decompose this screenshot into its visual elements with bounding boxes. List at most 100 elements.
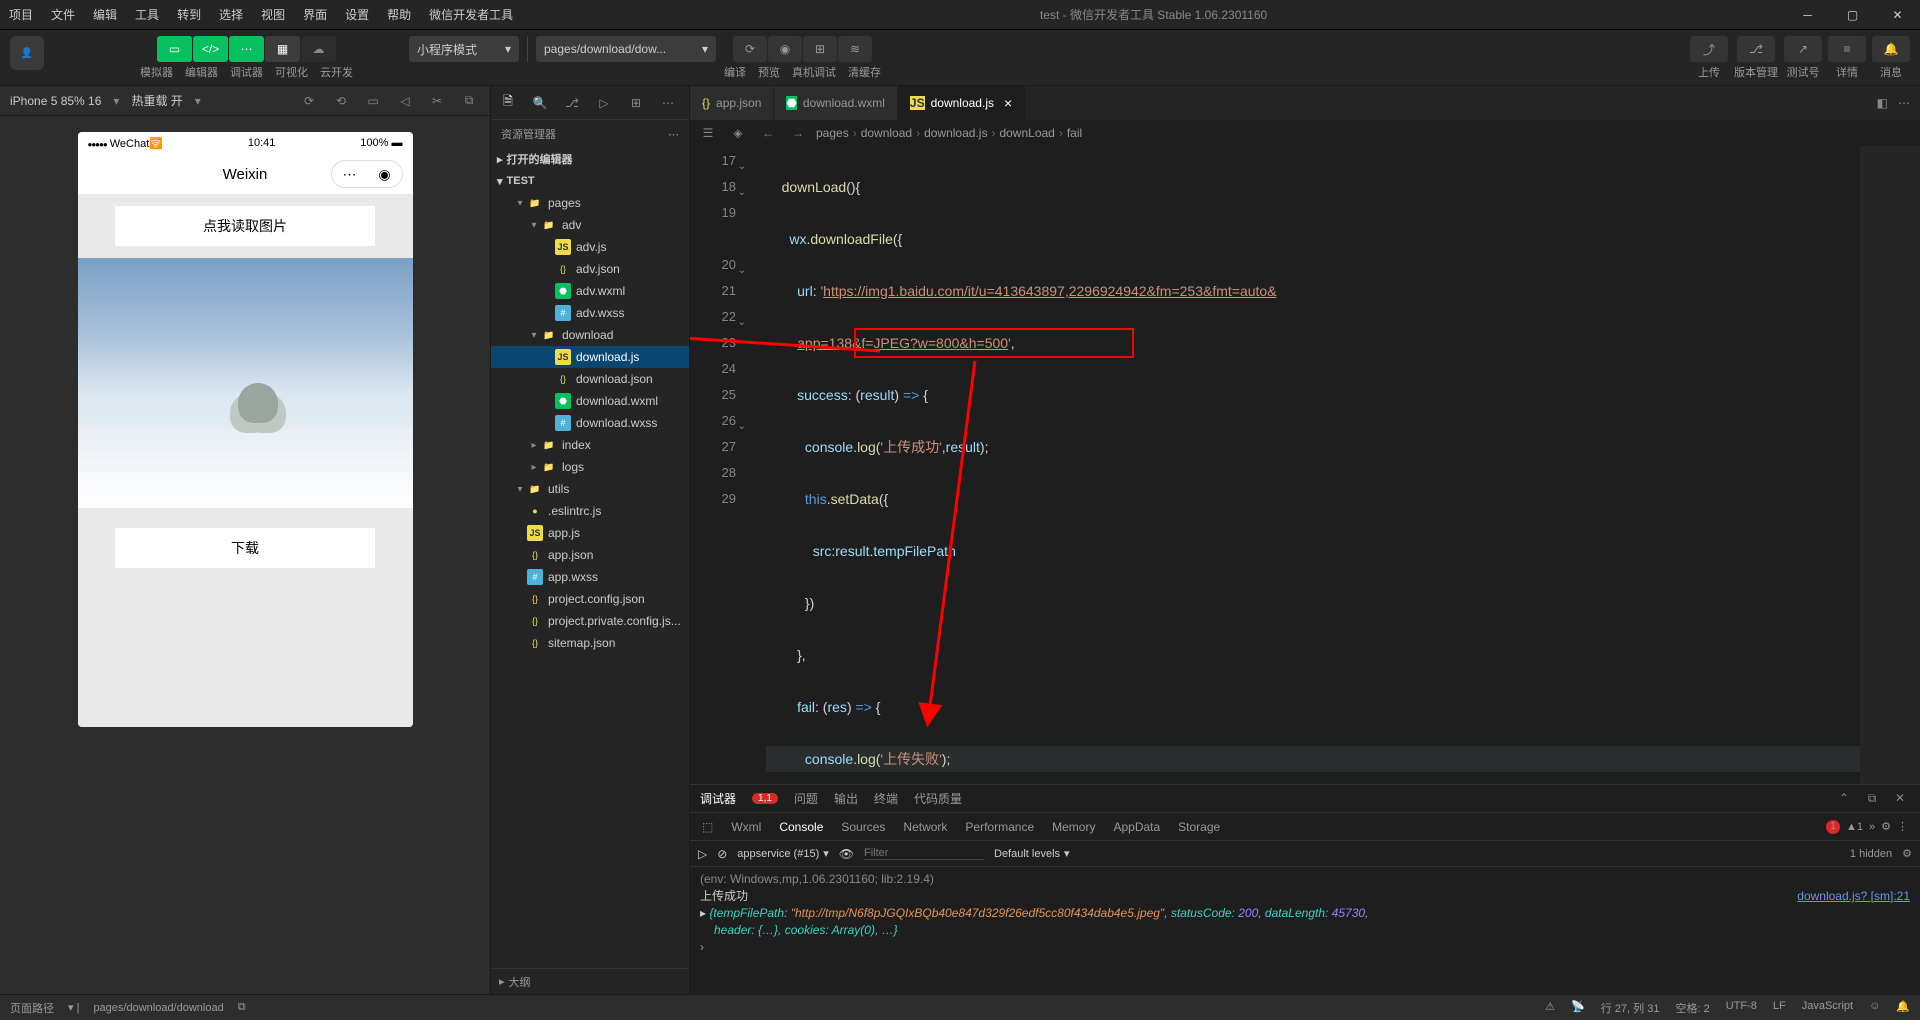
editor-toggle[interactable]: </> bbox=[193, 36, 228, 62]
branch-icon[interactable]: ⎇ bbox=[561, 92, 583, 114]
remote-debug-button[interactable]: ⊞ bbox=[803, 36, 837, 62]
source-link[interactable]: download.js? [sm]:21 bbox=[1797, 888, 1910, 905]
hot-reload-toggle[interactable]: 热重载 开 bbox=[131, 92, 182, 109]
feedback-icon[interactable]: ☺ bbox=[1869, 1000, 1880, 1016]
tree-item[interactable]: {}adv.json bbox=[491, 258, 689, 280]
read-image-button[interactable]: 点我读取图片 bbox=[115, 206, 375, 246]
tree-item[interactable]: ●.eslintrc.js bbox=[491, 500, 689, 522]
project-section[interactable]: ▾TEST bbox=[491, 170, 689, 192]
clear-icon[interactable]: ⊘ bbox=[717, 847, 727, 861]
tree-item[interactable]: ▾📁download bbox=[491, 324, 689, 346]
rotate-icon[interactable]: ⟲ bbox=[330, 90, 352, 112]
console-output[interactable]: (env: Windows,mp,1.06.2301160; lib:2.19.… bbox=[690, 867, 1920, 994]
cut-icon[interactable]: ✂ bbox=[426, 90, 448, 112]
language-mode[interactable]: JavaScript bbox=[1802, 1000, 1853, 1016]
clear-cache-button[interactable]: ≋ bbox=[838, 36, 872, 62]
tree-item[interactable]: ▾📁adv bbox=[491, 214, 689, 236]
outline-section[interactable]: ▸大纲 bbox=[491, 968, 689, 994]
menu-icon[interactable]: ⋮ bbox=[1897, 820, 1908, 833]
tree-item[interactable]: JSapp.js bbox=[491, 522, 689, 544]
menu-item[interactable]: 转到 bbox=[168, 0, 210, 30]
message-button[interactable]: 🔔 bbox=[1872, 36, 1910, 62]
split-icon[interactable]: ◧ bbox=[1877, 96, 1888, 110]
error-count[interactable]: 1 bbox=[1826, 820, 1840, 834]
tree-item[interactable]: JSadv.js bbox=[491, 236, 689, 258]
minimize-button[interactable]: ─ bbox=[1785, 0, 1830, 30]
menu-item[interactable]: 微信开发者工具 bbox=[420, 0, 522, 30]
devtools-tab[interactable]: Wxml bbox=[731, 820, 761, 834]
forward-icon[interactable]: → bbox=[788, 126, 808, 140]
warn-icon[interactable]: ⚠ bbox=[1545, 1000, 1555, 1016]
broadcast-icon[interactable]: 📡 bbox=[1571, 1000, 1585, 1016]
menu-item[interactable]: 设置 bbox=[336, 0, 378, 30]
menu-item[interactable]: 界面 bbox=[294, 0, 336, 30]
back-icon[interactable]: ◁ bbox=[394, 90, 416, 112]
download-button[interactable]: 下载 bbox=[115, 528, 375, 568]
tree-item[interactable]: {}project.config.json bbox=[491, 588, 689, 610]
menu-item[interactable]: 编辑 bbox=[84, 0, 126, 30]
bell-icon[interactable]: 🔔 bbox=[1896, 1000, 1910, 1016]
inspect-icon[interactable]: ⬚ bbox=[702, 820, 713, 834]
page-path[interactable]: pages/download/download bbox=[93, 1002, 223, 1014]
tree-item[interactable]: JSdownload.js bbox=[491, 346, 689, 368]
play-icon[interactable]: ▷ bbox=[698, 847, 707, 861]
editor-tab[interactable]: {}app.json bbox=[690, 86, 774, 120]
eye-icon[interactable]: 👁 bbox=[839, 847, 854, 861]
cursor-position[interactable]: 行 27, 列 31 bbox=[1601, 1000, 1660, 1016]
home-icon[interactable]: ▭ bbox=[362, 90, 384, 112]
devtools-tab[interactable]: Performance bbox=[965, 820, 1034, 834]
simulator-toggle[interactable]: ▭ bbox=[157, 36, 192, 62]
devtools-tab[interactable]: Storage bbox=[1178, 820, 1220, 834]
more-icon[interactable]: ⋯ bbox=[657, 92, 679, 114]
device-info[interactable]: iPhone 5 85% 16 bbox=[10, 94, 101, 108]
popout-icon[interactable]: ⧉ bbox=[1862, 791, 1882, 806]
files-icon[interactable]: 🗎 bbox=[497, 92, 519, 114]
close-tab-icon[interactable]: × bbox=[1004, 95, 1012, 111]
tree-item[interactable]: ▾📁pages bbox=[491, 192, 689, 214]
user-avatar[interactable]: 👤 bbox=[10, 36, 44, 70]
version-button[interactable]: ⎇ bbox=[1737, 36, 1775, 62]
encoding[interactable]: UTF-8 bbox=[1726, 1000, 1757, 1016]
float-icon[interactable]: ⧉ bbox=[458, 90, 480, 112]
devtools-tab[interactable]: Memory bbox=[1052, 820, 1095, 834]
detail-button[interactable]: ≡ bbox=[1828, 36, 1866, 62]
refresh-icon[interactable]: ⟳ bbox=[298, 90, 320, 112]
gear-icon[interactable]: ⚙ bbox=[1902, 847, 1912, 860]
close-icon[interactable]: ✕ bbox=[1890, 791, 1910, 806]
editor-tab[interactable]: JSdownload.js× bbox=[898, 86, 1025, 120]
devtools-tab[interactable]: Network bbox=[903, 820, 947, 834]
menu-item[interactable]: 帮助 bbox=[378, 0, 420, 30]
explorer-more-icon[interactable]: ⋯ bbox=[668, 128, 679, 141]
expand-icon[interactable]: ⌃ bbox=[1834, 791, 1854, 806]
copy-icon[interactable]: ⧉ bbox=[238, 1001, 246, 1014]
eol[interactable]: LF bbox=[1773, 1000, 1786, 1016]
ext-icon[interactable]: ⊞ bbox=[625, 92, 647, 114]
open-editors-section[interactable]: ▸打开的编辑器 bbox=[491, 148, 689, 170]
tree-item[interactable]: {}project.private.config.js... bbox=[491, 610, 689, 632]
settings-icon[interactable]: ⚙ bbox=[1881, 820, 1891, 833]
problems-tab[interactable]: 问题 bbox=[794, 790, 818, 807]
more-icon[interactable]: » bbox=[1869, 821, 1875, 833]
indent-info[interactable]: 空格: 2 bbox=[1675, 1000, 1709, 1016]
preview-button[interactable]: ◉ bbox=[768, 36, 802, 62]
tree-item[interactable]: {}sitemap.json bbox=[491, 632, 689, 654]
menu-item[interactable]: 工具 bbox=[126, 0, 168, 30]
more-icon[interactable]: ⋯ bbox=[1898, 96, 1910, 110]
menu-item[interactable]: 项目 bbox=[0, 0, 42, 30]
tree-item[interactable]: ▸📁index bbox=[491, 434, 689, 456]
list-icon[interactable]: ☰ bbox=[698, 126, 718, 140]
debugger-tab[interactable]: 调试器 bbox=[700, 790, 736, 807]
test-id-button[interactable]: ↗ bbox=[1784, 36, 1822, 62]
tree-item[interactable]: {}app.json bbox=[491, 544, 689, 566]
menu-item[interactable]: 视图 bbox=[252, 0, 294, 30]
capsule-button[interactable]: ⋯◉ bbox=[331, 160, 403, 188]
menu-item[interactable]: 文件 bbox=[42, 0, 84, 30]
page-dropdown[interactable]: pages/download/dow...▾ bbox=[536, 36, 716, 62]
tree-item[interactable]: ⬣download.wxml bbox=[491, 390, 689, 412]
tree-item[interactable]: {}download.json bbox=[491, 368, 689, 390]
tree-item[interactable]: #adv.wxss bbox=[491, 302, 689, 324]
tree-item[interactable]: ⬣adv.wxml bbox=[491, 280, 689, 302]
compile-button[interactable]: ⟳ bbox=[733, 36, 767, 62]
tree-item[interactable]: #download.wxss bbox=[491, 412, 689, 434]
upload-button[interactable]: ⤴ bbox=[1690, 36, 1728, 62]
